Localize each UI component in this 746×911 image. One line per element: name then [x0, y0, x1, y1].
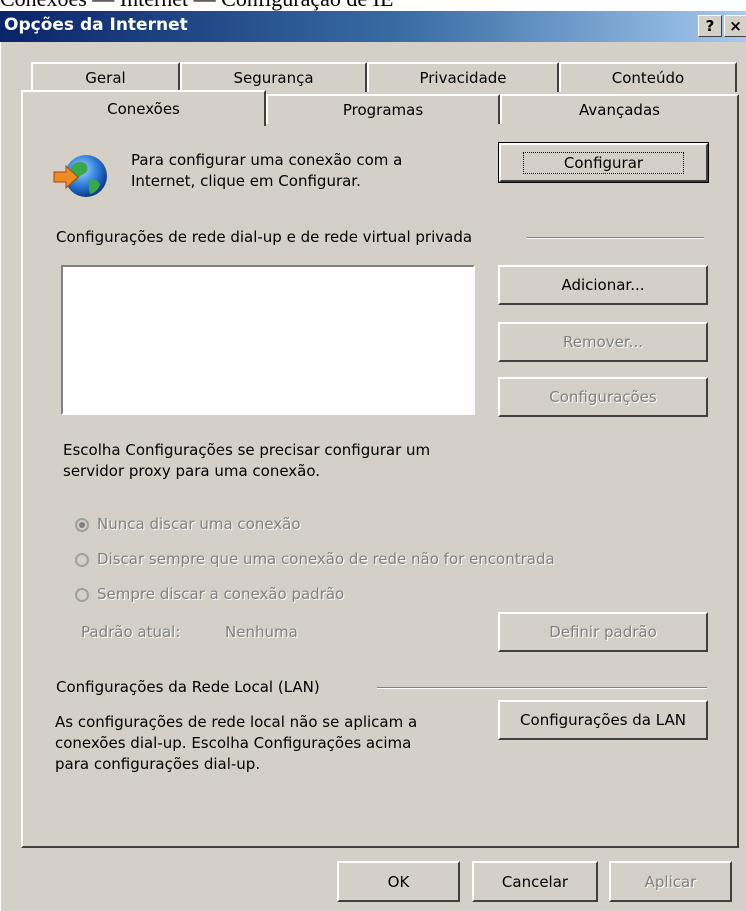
- lan-text-line1: As configurações de rede local não se ap…: [55, 713, 418, 731]
- adicionar-button[interactable]: Adicionar...: [498, 265, 708, 305]
- tab-geral[interactable]: Geral: [31, 62, 180, 92]
- current-default-label: Padrão atual:: [81, 623, 181, 641]
- remover-button[interactable]: Remover...: [498, 322, 708, 362]
- tab-conexoes[interactable]: Conexões: [21, 90, 266, 126]
- lan-settings-button[interactable]: Configurações da LAN: [498, 700, 708, 740]
- configurar-label: Configurar: [522, 151, 685, 174]
- tab-conteudo[interactable]: Conteúdo: [559, 62, 737, 92]
- never-dial-radio[interactable]: [75, 518, 89, 532]
- lan-group-divider: [377, 687, 707, 689]
- connection-list[interactable]: [61, 265, 475, 415]
- tab-privacidade[interactable]: Privacidade: [367, 62, 559, 92]
- setup-text-line1: Para configurar uma conexão com a: [131, 151, 403, 169]
- window-title: Opções da Internet: [4, 15, 188, 35]
- lan-text-line2: conexões dial-up. Escolha Configurações …: [55, 734, 412, 752]
- definir-padrao-button[interactable]: Definir padrão: [498, 612, 708, 652]
- always-dial-label: Sempre discar a conexão padrão: [97, 585, 345, 603]
- setup-text-line2: Internet, clique em Configurar.: [131, 172, 361, 190]
- close-button[interactable]: ×: [724, 15, 746, 37]
- help-button[interactable]: ?: [698, 15, 722, 37]
- configurar-button[interactable]: Configurar: [498, 142, 709, 183]
- tab-programas[interactable]: Programas: [266, 94, 500, 124]
- dial-when-needed-radio[interactable]: [75, 553, 89, 567]
- tab-seguranca[interactable]: Segurança: [180, 62, 367, 92]
- dialup-group-label: Configurações de rede dial-up e de rede …: [56, 227, 481, 248]
- dial-when-needed-label: Discar sempre que uma conexão de rede nã…: [97, 550, 555, 568]
- current-default-value: Nenhuma: [225, 623, 298, 641]
- proxy-text-line1: Escolha Configurações se precisar config…: [63, 441, 431, 459]
- configuracoes-button[interactable]: Configurações: [498, 377, 708, 417]
- tab-avancadas[interactable]: Avançadas: [500, 94, 739, 124]
- tab-conexoes-label: Conexões: [107, 100, 180, 118]
- always-dial-radio[interactable]: [75, 588, 89, 602]
- dialup-group-divider: [527, 237, 704, 239]
- cancel-button[interactable]: Cancelar: [472, 861, 598, 902]
- apply-button[interactable]: Aplicar: [609, 861, 732, 902]
- ok-button[interactable]: OK: [337, 861, 460, 902]
- internet-globe-icon: [50, 150, 112, 202]
- lan-text-line3: para configurações dial-up.: [55, 755, 261, 773]
- lan-group-label: Configurações da Rede Local (LAN): [56, 677, 328, 698]
- proxy-text-line2: servidor proxy para uma conexão.: [63, 462, 321, 480]
- never-dial-label: Nunca discar uma conexão: [97, 515, 301, 533]
